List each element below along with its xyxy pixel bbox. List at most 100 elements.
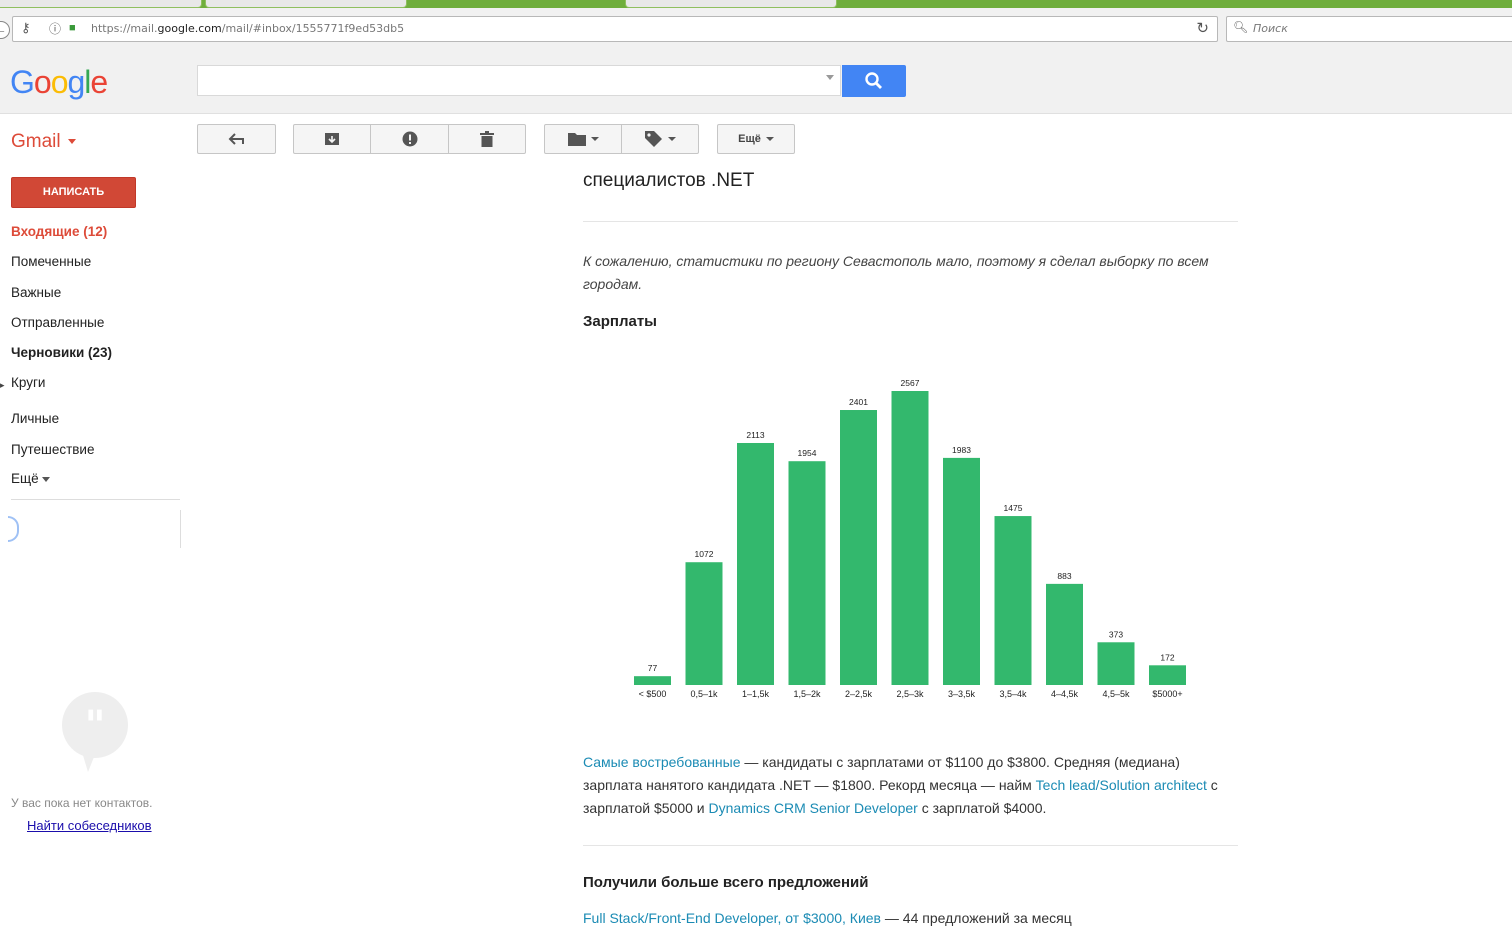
trash-icon	[480, 131, 494, 147]
sidebar-item-circles[interactable]: Круги	[11, 375, 45, 390]
key-icon[interactable]: ⚷	[21, 20, 31, 36]
most-offers-heading: Получили больше всего предложений	[583, 874, 869, 891]
chart-category-label: 4,5–5k	[1102, 689, 1130, 699]
browser-tab[interactable]	[0, 0, 202, 8]
sidebar-item-drafts[interactable]: Черновики (23)	[11, 345, 112, 360]
compose-button[interactable]: НАПИСАТЬ	[11, 177, 136, 208]
chart-data-label: 2113	[746, 430, 765, 440]
spam-icon	[402, 131, 417, 147]
search-button[interactable]	[842, 65, 906, 97]
sidebar-item-travel[interactable]: Путешествие	[11, 442, 95, 457]
salaries-heading: Зарплаты	[583, 313, 657, 330]
sidebar-item-inbox[interactable]: Входящие (12)	[11, 224, 107, 239]
chevron-down-icon[interactable]	[68, 139, 76, 144]
browser-tab[interactable]	[205, 0, 407, 8]
divider	[583, 845, 1238, 846]
chevron-down-icon	[590, 137, 599, 141]
top-offer-line: Full Stack/Front-End Developer, от $3000…	[583, 910, 1072, 926]
more-actions-button[interactable]: Ещё	[717, 124, 795, 154]
logo-letter: G	[10, 64, 35, 100]
tech-lead-link[interactable]: Tech lead/Solution architect	[1036, 777, 1207, 793]
hangouts-user-box[interactable]	[8, 510, 181, 548]
search-icon	[865, 72, 882, 89]
chart-bar	[788, 461, 826, 685]
gmail-header: Google	[0, 48, 1512, 114]
chevron-down-icon	[667, 137, 676, 141]
browser-toolbar: ← ⚷ ⓘ ■ https://mail.google.com/mail/#in…	[0, 8, 1512, 49]
report-spam-button[interactable]	[370, 124, 449, 154]
sidebar-item-more[interactable]: Ещё	[11, 471, 50, 486]
chart-bar	[1149, 665, 1186, 685]
chart-data-label: 2567	[901, 378, 920, 388]
chart-category-label: 2–2,5k	[845, 689, 873, 699]
divider	[583, 221, 1238, 222]
avatar[interactable]	[8, 516, 19, 542]
logo-letter: e	[90, 64, 108, 100]
summary-text-3: с зарплатой $4000.	[917, 800, 1047, 816]
top-offer-count: — 44 предложений за месяц	[881, 910, 1072, 926]
chart-data-label: 77	[648, 663, 658, 673]
message-section-title: специалистов .NET	[583, 170, 755, 191]
chart-bar	[840, 410, 877, 685]
chart-category-label: 0,5–1k	[690, 689, 718, 699]
hangouts-quote-icon: "	[62, 692, 128, 772]
chart-bar	[737, 442, 774, 685]
back-arrow-icon	[228, 133, 244, 145]
most-demanded-link[interactable]: Самые востребованные	[583, 754, 741, 770]
salary-histogram-chart: 77 < $500 1072 0,5–1k 2113 1–1,5k 1954 1,5–2k 24…	[634, 378, 1186, 699]
reload-icon[interactable]: ↻	[1196, 19, 1209, 37]
chart-data-label: 1983	[952, 445, 971, 455]
crm-developer-link[interactable]: Dynamics CRM Senior Developer	[709, 800, 918, 816]
lock-icon: ■	[69, 22, 76, 34]
sidebar-item-personal[interactable]: Личные	[11, 411, 59, 426]
chart-data-label: 1072	[695, 549, 714, 559]
labels-button[interactable]	[621, 124, 699, 154]
chart-bar	[685, 562, 723, 685]
chart-category-label: < $500	[639, 689, 667, 699]
move-to-button[interactable]	[544, 124, 622, 154]
chart-category-label: 3–3,5k	[948, 689, 976, 699]
chart-bar	[994, 516, 1032, 685]
chart-bar	[1097, 642, 1135, 685]
info-icon[interactable]: ⓘ	[49, 20, 61, 37]
address-bar[interactable]: ⚷ ⓘ ■ https://mail.google.com/mail/#inbo…	[12, 16, 1218, 42]
sidebar-more-label: Ещё	[11, 471, 39, 486]
gmail-app-menu[interactable]: Gmail	[11, 131, 61, 153]
chart-category-label: $5000+	[1152, 689, 1182, 699]
chart-data-label: 2401	[849, 397, 868, 407]
find-contacts-link[interactable]: Найти собеседников	[27, 818, 152, 833]
intro-paragraph: К сожалению, статистики по региону Севас…	[583, 253, 1209, 292]
google-logo[interactable]: Google	[10, 64, 108, 101]
delete-button[interactable]	[448, 124, 526, 154]
chart-data-label: 883	[1057, 571, 1071, 581]
sidebar-item-starred[interactable]: Помеченные	[11, 254, 91, 269]
chart-bar	[634, 676, 671, 685]
chart-category-label: 2,5–3k	[896, 689, 924, 699]
browser-search-input[interactable]: 🔍︎ Поиск	[1226, 16, 1512, 42]
archive-button[interactable]	[293, 124, 371, 154]
folder-icon	[567, 133, 586, 146]
back-icon[interactable]: ←	[0, 21, 10, 39]
sidebar-item-sent[interactable]: Отправленные	[11, 315, 104, 330]
search-placeholder: Поиск	[1253, 22, 1288, 35]
chart-category-label: 4–4,5k	[1051, 689, 1079, 699]
expand-circles-icon[interactable]: ▸	[0, 380, 5, 391]
chart-bar	[891, 391, 929, 685]
sidebar-item-important[interactable]: Важные	[11, 285, 61, 300]
search-options-icon[interactable]	[826, 75, 834, 80]
fullstack-developer-link[interactable]: Full Stack/Front-End Developer, от $3000…	[583, 910, 881, 926]
chart-data-label: 1475	[1004, 503, 1023, 513]
chart-category-label: 1–1,5k	[742, 689, 770, 699]
url-text[interactable]: https://mail.google.com/mail/#inbox/1555…	[91, 22, 404, 35]
archive-icon	[325, 133, 339, 145]
search-icon: 🔍︎	[1233, 20, 1249, 34]
back-to-inbox-button[interactable]	[197, 124, 276, 154]
chart-bar	[943, 457, 980, 685]
chart-data-label: 172	[1160, 652, 1174, 662]
chart-data-label: 1954	[798, 448, 817, 458]
browser-tab-strip	[0, 0, 1512, 8]
mail-search-input[interactable]	[197, 65, 841, 96]
browser-tab[interactable]	[625, 0, 837, 8]
chart-bar	[1046, 583, 1083, 685]
chart-category-label: 3,5–4k	[999, 689, 1027, 699]
